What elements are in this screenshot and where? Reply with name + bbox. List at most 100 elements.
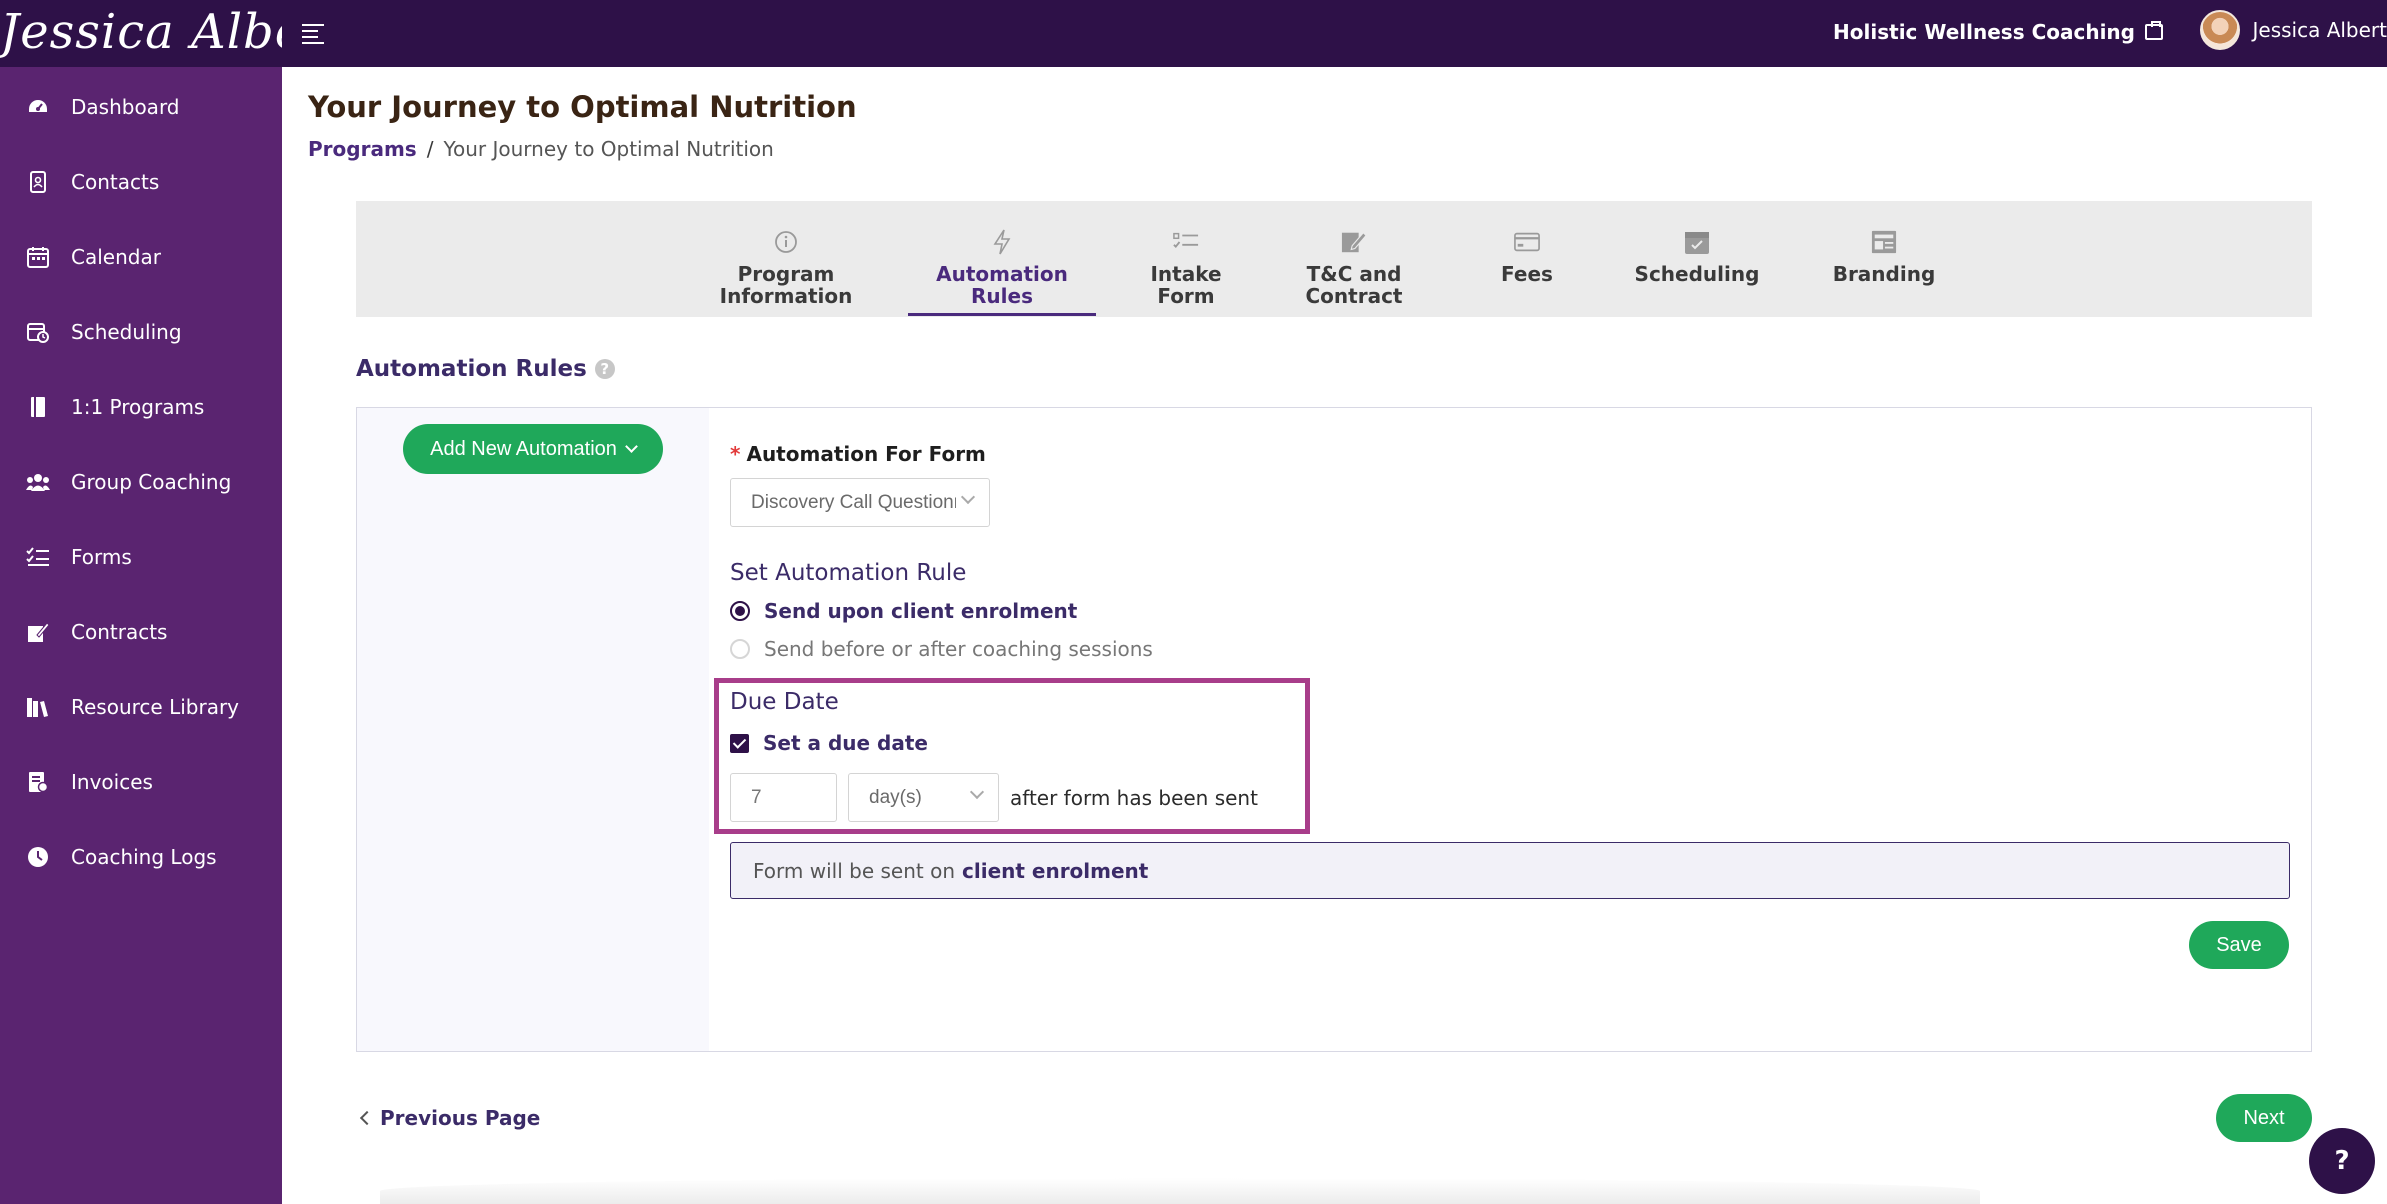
library-icon — [26, 695, 50, 719]
brand-logo[interactable]: Jessica Albert — [0, 0, 282, 67]
sidebar-item-label: Coaching Logs — [71, 845, 217, 869]
tab-label-line2: Contract — [1305, 284, 1403, 308]
set-automation-rule-title: Set Automation Rule — [730, 560, 967, 586]
dashboard-icon — [26, 95, 50, 119]
group-icon — [26, 470, 50, 494]
tab-branding[interactable]: Branding — [1830, 201, 1938, 317]
calendar-check-icon — [1684, 229, 1710, 255]
calendar-icon — [26, 245, 50, 269]
sidebar-item-contacts[interactable]: Contacts — [0, 152, 282, 212]
sidebar-item-scheduling[interactable]: Scheduling — [0, 302, 282, 362]
tab-label-line2: Form — [1157, 284, 1215, 308]
tab-label-line1: Program — [737, 262, 835, 286]
radio-button-selected[interactable] — [730, 601, 750, 621]
required-marker: * — [730, 442, 741, 466]
business-switcher[interactable]: Holistic Wellness Coaching — [1833, 20, 2163, 44]
chevron-left-icon — [359, 1110, 375, 1126]
radio-send-upon-enrolment[interactable]: Send upon client enrolment — [730, 599, 1077, 623]
tab-label-line1: T&C and — [1306, 262, 1402, 286]
business-name: Holistic Wellness Coaching — [1833, 20, 2135, 44]
sidebar-item-label: Contacts — [71, 170, 160, 194]
chevron-down-icon — [625, 440, 638, 453]
scheduling-icon — [26, 320, 50, 344]
radio-label: Send upon client enrolment — [764, 599, 1078, 623]
sidebar-item-forms[interactable]: Forms — [0, 527, 282, 587]
tab-program-information[interactable]: Program Information — [708, 201, 864, 317]
radio-label: Send before or after coaching sessions — [764, 637, 1153, 661]
tab-label-line2: Information — [719, 284, 853, 308]
tab-intake-form[interactable]: Intake Form — [1140, 201, 1232, 317]
sidebar-item-1-1-programs[interactable]: 1:1 Programs — [0, 377, 282, 437]
sidebar-item-label: Dashboard — [71, 95, 180, 119]
tab-label-line1: Branding — [1832, 262, 1936, 286]
help-fab-button[interactable]: ? — [2309, 1128, 2375, 1194]
info-prefix: Form will be sent on — [753, 858, 955, 883]
card-icon — [1514, 229, 1540, 255]
tab-label-line1: Intake — [1150, 262, 1222, 286]
add-button-label: Add New Automation — [430, 437, 617, 460]
tab-label-line1: Scheduling — [1634, 262, 1760, 286]
tab-fees[interactable]: Fees — [1486, 201, 1568, 317]
contacts-icon — [26, 170, 50, 194]
sidebar: Dashboard Contacts Calendar Scheduling 1… — [0, 67, 282, 1204]
due-date-number-input[interactable] — [730, 773, 837, 822]
radio-button[interactable] — [730, 639, 750, 659]
contracts-icon — [26, 620, 50, 644]
section-title-text: Automation Rules — [356, 356, 587, 382]
due-date-checkbox[interactable] — [730, 733, 749, 753]
menu-toggle-icon[interactable] — [302, 21, 326, 45]
due-date-unit-select[interactable]: day(s) — [848, 773, 999, 822]
label-text: Automation For Form — [746, 442, 986, 466]
automation-form-select[interactable]: Discovery Call Questionnaire — [730, 478, 990, 527]
page-title: Your Journey to Optimal Nutrition — [308, 90, 857, 124]
breadcrumb: Programs / Your Journey to Optimal Nutri… — [308, 137, 774, 161]
sidebar-item-coaching-logs[interactable]: Coaching Logs — [0, 827, 282, 887]
checkbox-label: Set a due date — [763, 731, 928, 755]
tab-scheduling[interactable]: Scheduling — [1634, 201, 1760, 317]
tab-tc-and-contract[interactable]: T&C and Contract — [1292, 201, 1416, 317]
add-new-automation-button[interactable]: Add New Automation — [403, 424, 663, 474]
previous-page-link[interactable]: Previous Page — [358, 1106, 540, 1130]
briefcase-icon — [2145, 21, 2163, 40]
breadcrumb-separator: / — [426, 137, 434, 161]
clock-icon — [26, 845, 50, 869]
program-tabs: Program Information Automation Rules Int… — [356, 201, 2312, 317]
sidebar-item-group-coaching[interactable]: Group Coaching — [0, 452, 282, 512]
next-button[interactable]: Next — [2216, 1094, 2312, 1142]
send-info-banner: Form will be sent on client enrolment — [730, 842, 2290, 899]
bolt-icon — [989, 229, 1015, 255]
previous-page-label: Previous Page — [380, 1106, 541, 1130]
chevron-down-icon — [960, 489, 976, 505]
user-menu[interactable]: Jessica Albert — [2200, 10, 2387, 50]
invoice-icon — [26, 770, 50, 794]
sidebar-item-label: Scheduling — [71, 320, 182, 344]
bottom-card-shadow — [380, 1178, 1980, 1204]
due-date-title: Due Date — [730, 689, 839, 715]
sidebar-item-resource-library[interactable]: Resource Library — [0, 677, 282, 737]
breadcrumb-programs-link[interactable]: Programs — [308, 137, 417, 161]
select-value: day(s) — [869, 786, 922, 808]
sidebar-item-label: Invoices — [71, 770, 153, 794]
sidebar-item-label: Contracts — [71, 620, 168, 644]
chevron-down-icon — [969, 784, 985, 800]
automation-list-column: Add New Automation — [357, 408, 709, 1051]
save-button[interactable]: Save — [2189, 921, 2289, 969]
book-icon — [26, 395, 50, 419]
tab-label-line1: Fees — [1501, 262, 1553, 286]
contract-sign-icon — [1341, 229, 1367, 255]
sidebar-item-dashboard[interactable]: Dashboard — [0, 77, 282, 137]
sidebar-item-label: Resource Library — [71, 695, 240, 719]
help-circle-icon[interactable]: ? — [594, 359, 615, 379]
sidebar-item-calendar[interactable]: Calendar — [0, 227, 282, 287]
tab-label-line1: Automation — [936, 262, 1068, 286]
sidebar-item-invoices[interactable]: Invoices — [0, 752, 282, 812]
sidebar-item-label: 1:1 Programs — [71, 395, 205, 419]
sidebar-item-label: Forms — [71, 545, 132, 569]
set-due-date-checkbox-row[interactable]: Set a due date — [730, 731, 928, 755]
breadcrumb-current: Your Journey to Optimal Nutrition — [443, 137, 774, 161]
sidebar-item-contracts[interactable]: Contracts — [0, 602, 282, 662]
radio-send-before-after-sessions[interactable]: Send before or after coaching sessions — [730, 637, 1153, 661]
select-value: Discovery Call Questionnaire — [751, 491, 956, 513]
tab-automation-rules[interactable]: Automation Rules — [908, 201, 1096, 316]
branding-icon — [1871, 229, 1897, 255]
